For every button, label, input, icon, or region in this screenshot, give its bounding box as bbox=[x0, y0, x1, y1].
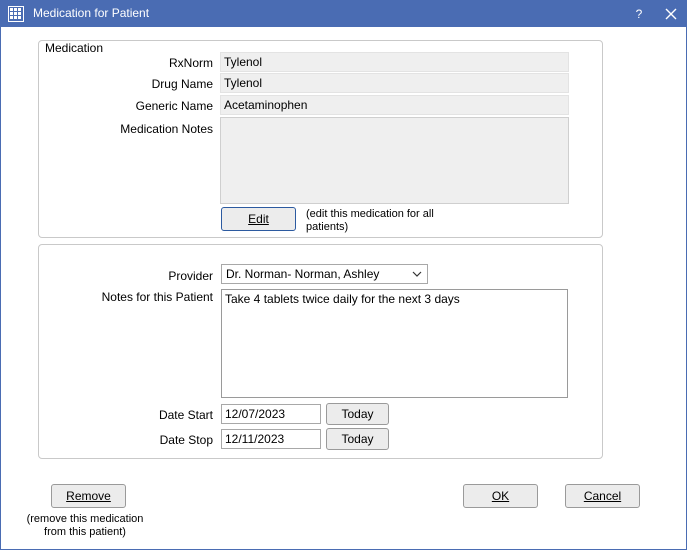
patient-notes-textarea[interactable]: Take 4 tablets twice daily for the next … bbox=[221, 289, 568, 398]
provider-label: Provider bbox=[168, 269, 213, 283]
remove-note-line2: from this patient) bbox=[44, 526, 126, 538]
ok-button-label: OK bbox=[491, 489, 510, 503]
patient-notes-label: Notes for this Patient bbox=[101, 290, 213, 304]
generic-name-label: Generic Name bbox=[135, 99, 213, 113]
provider-select[interactable]: Dr. Norman- Norman, Ashley bbox=[221, 264, 428, 284]
drug-name-field: Tylenol bbox=[220, 73, 569, 93]
date-start-input[interactable]: 12/07/2023 bbox=[221, 404, 321, 424]
edit-note-line2: patients) bbox=[306, 221, 349, 233]
medication-notes-field bbox=[220, 117, 569, 204]
remove-note-line1: (remove this medication bbox=[26, 513, 144, 525]
provider-select-value: Dr. Norman- Norman, Ashley bbox=[226, 267, 380, 281]
chevron-down-icon bbox=[411, 266, 423, 282]
title-bar: Medication for Patient ? bbox=[1, 1, 686, 27]
rxnorm-field: Tylenol bbox=[220, 52, 569, 72]
remove-button-label: Remove bbox=[66, 489, 111, 503]
date-stop-today-button[interactable]: Today bbox=[326, 428, 389, 450]
date-stop-input[interactable]: 12/11/2023 bbox=[221, 429, 321, 449]
remove-note: (remove this medication from this patien… bbox=[25, 513, 145, 539]
help-icon[interactable]: ? bbox=[629, 4, 649, 24]
medication-notes-label: Medication Notes bbox=[120, 122, 213, 136]
rxnorm-label: RxNorm bbox=[169, 56, 213, 70]
medication-group-title: Medication bbox=[45, 41, 104, 55]
cancel-button-label: Cancel bbox=[583, 489, 622, 503]
drug-name-label: Drug Name bbox=[151, 77, 213, 91]
close-icon[interactable] bbox=[661, 4, 681, 24]
edit-note-line1: (edit this medication for all bbox=[306, 208, 434, 220]
cancel-button[interactable]: Cancel bbox=[565, 484, 640, 508]
remove-button[interactable]: Remove bbox=[51, 484, 126, 508]
dialog-window: Medication for Patient ? Medication RxNo… bbox=[0, 0, 687, 550]
app-grid-icon bbox=[8, 6, 24, 22]
generic-name-field: Acetaminophen bbox=[220, 95, 569, 115]
edit-note: (edit this medication for all patients) bbox=[306, 208, 434, 234]
edit-button-label: Edit bbox=[248, 212, 269, 226]
ok-button[interactable]: OK bbox=[463, 484, 538, 508]
window-title: Medication for Patient bbox=[33, 6, 150, 20]
edit-button[interactable]: Edit bbox=[221, 207, 296, 231]
date-start-label: Date Start bbox=[158, 408, 213, 422]
date-stop-label: Date Stop bbox=[159, 433, 213, 447]
date-start-today-button[interactable]: Today bbox=[326, 403, 389, 425]
